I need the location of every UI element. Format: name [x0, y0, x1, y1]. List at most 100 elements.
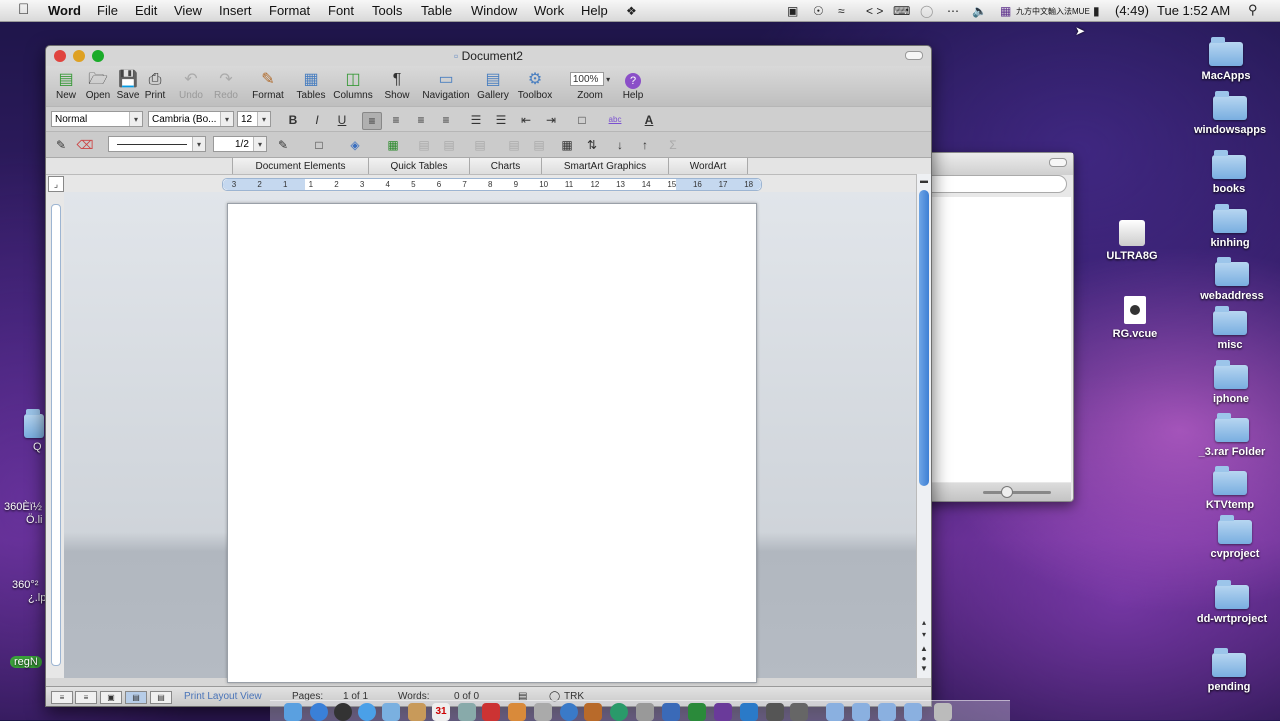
vmware-dock-icon[interactable]: [740, 703, 758, 721]
desktop-folder[interactable]: cvproject: [1185, 515, 1280, 560]
garageband-dock-icon[interactable]: [584, 703, 602, 721]
horizontal-ruler[interactable]: 3 2 1 1 2 3 4 5 6 7 8 9 10 11 12 13 14 15 16 17 18: [222, 178, 762, 191]
finder-dock-icon[interactable]: [284, 703, 302, 721]
volume-icon[interactable]: 🔈: [972, 4, 987, 18]
redo-button[interactable]: ↷ Redo: [211, 70, 241, 101]
folder-icon[interactable]: [24, 409, 44, 438]
format-button[interactable]: ✎ Format: [250, 70, 286, 101]
spotlight-search-icon[interactable]: ⚲: [1248, 2, 1258, 18]
iphoto-dock-icon[interactable]: [508, 703, 526, 721]
imovie-dock-icon[interactable]: [766, 703, 784, 721]
documents-stack-dock-icon[interactable]: [826, 703, 844, 721]
input-method-label[interactable]: 九方中文輸入法MUE: [1016, 6, 1090, 17]
icon-size-slider-knob[interactable]: [1001, 486, 1013, 498]
bold-button[interactable]: B: [284, 112, 302, 128]
system-preferences-dock-icon[interactable]: [636, 703, 654, 721]
desktop-folder[interactable]: KTVtemp: [1180, 466, 1280, 511]
code-icon[interactable]: < >: [866, 4, 883, 18]
mail-dock-icon[interactable]: [382, 703, 400, 721]
line-weight-dropdown[interactable]: 1/2 ▾: [213, 136, 267, 152]
print-button[interactable]: ⎙ Print: [142, 70, 168, 101]
align-center-icon[interactable]: ≡: [387, 112, 405, 128]
style-dropdown[interactable]: Normal ▾: [51, 111, 143, 127]
app-store-dock-icon[interactable]: [310, 703, 328, 721]
tab-smartart-graphics[interactable]: SmartArt Graphics: [541, 158, 669, 175]
navigation-button[interactable]: ▭ Navigation: [419, 70, 473, 101]
table-borders-icon[interactable]: □: [310, 137, 328, 153]
autoformat-icon[interactable]: ▦: [558, 137, 576, 153]
desktop-folder[interactable]: books: [1179, 150, 1279, 195]
menu-app[interactable]: Word: [48, 3, 81, 18]
increase-indent-icon[interactable]: ⇥: [542, 112, 560, 128]
photo-booth-dock-icon[interactable]: [482, 703, 500, 721]
split-handle-icon[interactable]: ▬: [919, 176, 929, 186]
next-page-icon[interactable]: ▼: [919, 664, 929, 674]
highlight-icon[interactable]: abc: [606, 112, 624, 128]
draft-view-icon[interactable]: ≡: [51, 691, 73, 704]
desktop-icon-label[interactable]: 360°²: [12, 579, 38, 591]
gallery-button[interactable]: ▤ Gallery: [474, 70, 512, 101]
toolbar-toggle-button[interactable]: [905, 51, 923, 60]
sort-descending-icon[interactable]: ↑: [636, 137, 654, 153]
font-color-icon[interactable]: A: [640, 112, 658, 128]
clock[interactable]: Tue 1:52 AM: [1157, 3, 1230, 18]
contacts-dock-icon[interactable]: [408, 703, 426, 721]
menu-file[interactable]: File: [97, 3, 118, 18]
menu-edit[interactable]: Edit: [135, 3, 157, 18]
tab-selector-icon[interactable]: ⌟: [48, 176, 64, 192]
onenote-dock-icon[interactable]: [714, 703, 732, 721]
previous-page-icon[interactable]: ▲: [919, 644, 929, 654]
bluetooth-icon[interactable]: ⋯: [947, 4, 959, 18]
justify-icon[interactable]: ≡: [437, 112, 455, 128]
preview-dock-icon[interactable]: [458, 703, 476, 721]
tab-document-elements[interactable]: Document Elements: [232, 158, 369, 175]
eraser-icon[interactable]: ⌫: [76, 137, 94, 153]
desktop-document[interactable]: RG.vcue: [1085, 296, 1185, 340]
align-cell-icon[interactable]: ▤: [471, 137, 489, 153]
sort-ascending-icon[interactable]: ↓: [611, 137, 629, 153]
text-direction-icon[interactable]: ⇅: [583, 137, 601, 153]
window-titlebar[interactable]: ▫ Document2: [46, 46, 931, 66]
desktop-icon-label[interactable]: 360Èï½: [4, 501, 42, 513]
tab-charts[interactable]: Charts: [469, 158, 542, 175]
merge-cells-icon[interactable]: ▤: [415, 137, 433, 153]
menu-font[interactable]: Font: [328, 3, 354, 18]
desktop-drive[interactable]: ULTRA8G: [1082, 220, 1182, 262]
browse-object-icon[interactable]: ●: [919, 654, 929, 664]
show-button[interactable]: ¶ Show: [382, 70, 412, 101]
menu-tools[interactable]: Tools: [372, 3, 402, 18]
scroll-down-icon[interactable]: ▾: [919, 630, 929, 640]
desktop-folder[interactable]: iphone: [1181, 360, 1280, 405]
align-right-icon[interactable]: ≡: [412, 112, 430, 128]
applications-stack-dock-icon[interactable]: [878, 703, 896, 721]
toolbox-button[interactable]: ⚙ Toolbox: [514, 70, 556, 101]
print-layout-view-icon[interactable]: ▤: [125, 691, 147, 704]
excel-dock-icon[interactable]: [688, 703, 706, 721]
menu-format[interactable]: Format: [269, 3, 310, 18]
numbered-list-icon[interactable]: ☰: [467, 112, 485, 128]
menu-view[interactable]: View: [174, 3, 202, 18]
undo-button[interactable]: ↶ Undo: [176, 70, 206, 101]
align-left-icon[interactable]: ≡: [362, 112, 382, 130]
font-dropdown[interactable]: Cambria (Bo... ▾: [148, 111, 234, 127]
input-method-icon[interactable]: ▦: [1000, 4, 1011, 18]
keyboard-icon[interactable]: ⌨: [893, 4, 910, 18]
decrease-indent-icon[interactable]: ⇤: [517, 112, 535, 128]
icon-size-slider[interactable]: [983, 491, 1051, 494]
desktop-folder[interactable]: windowsapps: [1180, 91, 1280, 136]
publishing-view-icon[interactable]: ▣: [100, 691, 122, 704]
autosum-icon[interactable]: Σ: [664, 137, 682, 153]
open-button[interactable]: 🗁 Open: [84, 70, 112, 101]
vertical-ruler[interactable]: [46, 192, 64, 678]
vertical-scrollbar[interactable]: ▬ ▴ ▾ ▲ ● ▼: [916, 174, 931, 678]
toolbar-toggle-button[interactable]: [1049, 158, 1067, 167]
desktop-icon-label[interactable]: Q: [33, 441, 42, 453]
borders-icon[interactable]: □: [573, 112, 591, 128]
notebook-view-icon[interactable]: ▤: [150, 691, 172, 704]
clapper-dock-icon[interactable]: [790, 703, 808, 721]
document-page[interactable]: [227, 203, 757, 683]
dashboard-dock-icon[interactable]: [334, 703, 352, 721]
itunes-dock-icon[interactable]: [560, 703, 578, 721]
menu-help[interactable]: Help: [581, 3, 608, 18]
tables-button[interactable]: ▦ Tables: [294, 70, 328, 101]
